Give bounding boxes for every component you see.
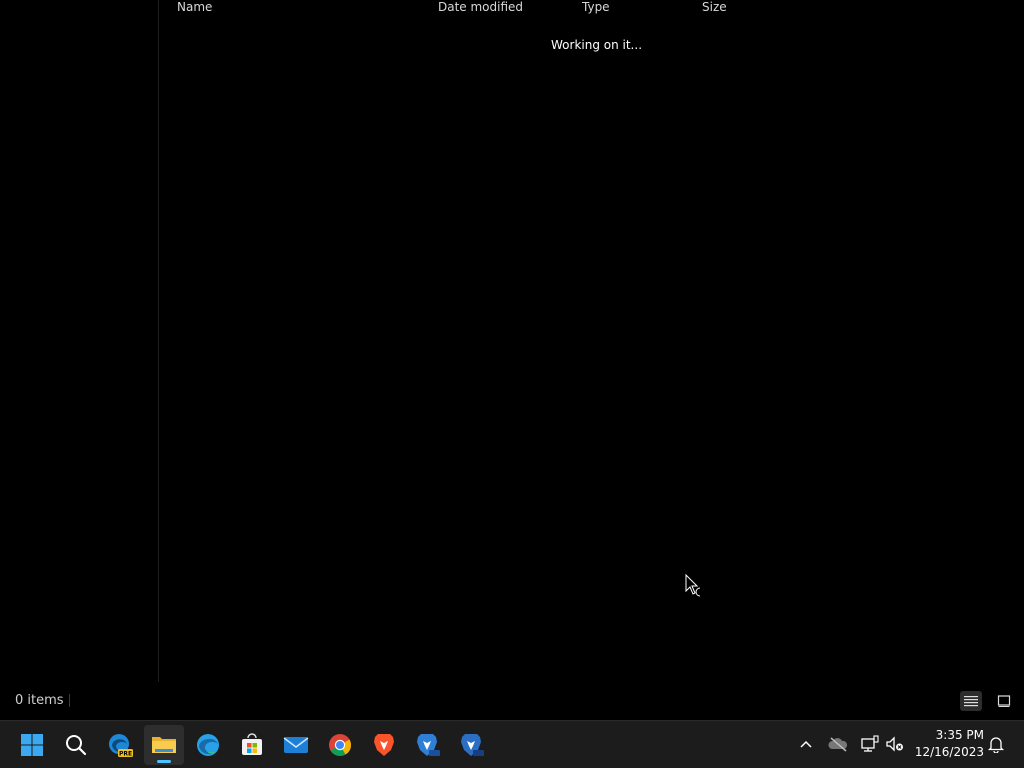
taskbar: PRE 3:35 PM 12/16/2023 — [0, 720, 1024, 768]
brave-nightly-button[interactable] — [452, 725, 492, 765]
show-hidden-icons-button[interactable] — [795, 733, 817, 755]
chrome-button[interactable] — [320, 725, 360, 765]
clock-time: 3:35 PM — [935, 728, 984, 742]
clock-date: 12/16/2023 — [914, 745, 984, 759]
brave-beta-button[interactable] — [408, 725, 448, 765]
active-indicator — [157, 760, 171, 763]
column-header-size[interactable]: Size — [702, 0, 727, 16]
mail-icon — [283, 737, 309, 753]
chevron-up-icon — [800, 740, 812, 748]
column-header-date-modified[interactable]: Date modified — [438, 0, 523, 16]
onedrive-button[interactable] — [827, 733, 849, 755]
brave-button[interactable] — [364, 725, 404, 765]
item-count: 0 items — [15, 693, 64, 708]
file-explorer-button[interactable] — [144, 725, 184, 765]
status-bar: 0 items — [0, 682, 1024, 720]
onedrive-offline-icon — [828, 737, 848, 752]
microsoft-store-button[interactable] — [232, 725, 272, 765]
network-icon — [861, 735, 879, 752]
details-view-icon — [964, 696, 978, 707]
folder-icon — [152, 737, 176, 753]
edge-icon — [197, 734, 219, 756]
edge-button[interactable] — [188, 725, 228, 765]
edge-preview-icon: PRE — [109, 734, 133, 758]
details-view-button[interactable] — [960, 691, 982, 711]
brave-nightly-icon — [461, 734, 484, 756]
column-header-type[interactable]: Type — [582, 0, 610, 16]
edge-preview-button[interactable]: PRE — [100, 725, 140, 765]
notifications-button[interactable] — [985, 733, 1007, 755]
clock[interactable]: 3:35 PM 12/16/2023 — [912, 727, 984, 761]
file-list-area[interactable] — [159, 0, 1024, 682]
search-button[interactable] — [56, 725, 96, 765]
busy-cursor-icon — [685, 574, 701, 597]
chrome-icon — [329, 734, 351, 756]
notification-bell-icon — [987, 737, 1005, 753]
large-icons-view-button[interactable] — [993, 691, 1015, 711]
search-icon — [66, 735, 87, 756]
large-icons-view-icon — [997, 695, 1011, 707]
windows-logo-icon — [21, 734, 43, 756]
brave-icon — [374, 734, 394, 756]
loading-message: Working on it... — [551, 38, 643, 52]
store-icon — [242, 733, 262, 755]
navigation-pane[interactable] — [0, 0, 158, 682]
volume-muted-icon — [886, 736, 903, 752]
column-header-name[interactable]: Name — [177, 0, 212, 16]
start-button[interactable] — [12, 725, 52, 765]
status-separator — [69, 694, 70, 707]
pre-badge: PRE — [119, 751, 132, 758]
network-button[interactable] — [859, 733, 881, 755]
mail-button[interactable] — [276, 725, 316, 765]
brave-beta-icon — [417, 734, 440, 756]
volume-button[interactable] — [884, 733, 906, 755]
